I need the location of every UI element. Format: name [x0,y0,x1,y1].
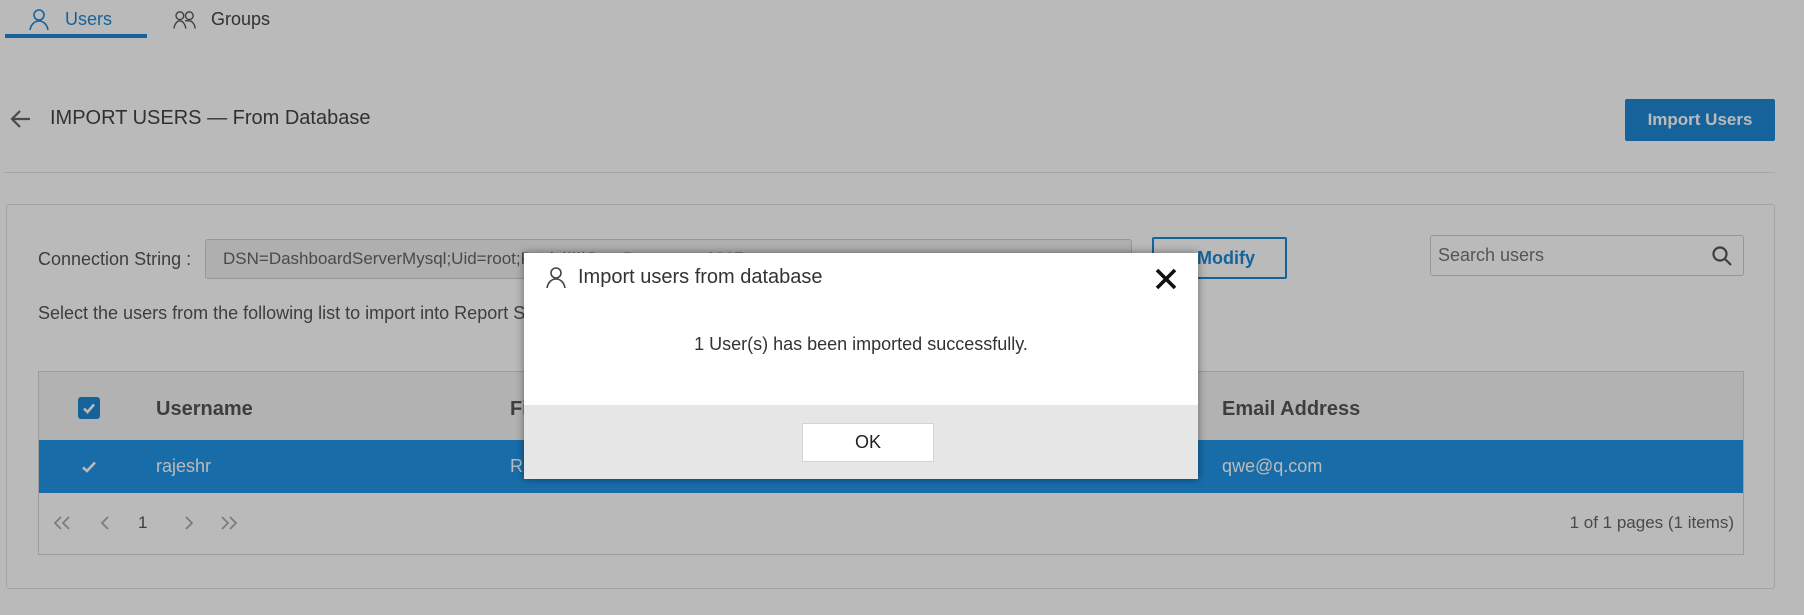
dialog-footer: OK [524,405,1198,479]
app-page: Users Groups IMPORT USERS — From Databas… [0,0,1804,615]
user-icon [544,266,568,290]
close-icon[interactable] [1152,265,1180,293]
dialog-title: Import users from database [578,266,823,288]
dialog-message: 1 User(s) has been imported successfully… [694,334,1028,354]
ok-button[interactable]: OK [802,423,934,462]
import-success-dialog: Import users from database 1 User(s) has… [524,253,1198,479]
